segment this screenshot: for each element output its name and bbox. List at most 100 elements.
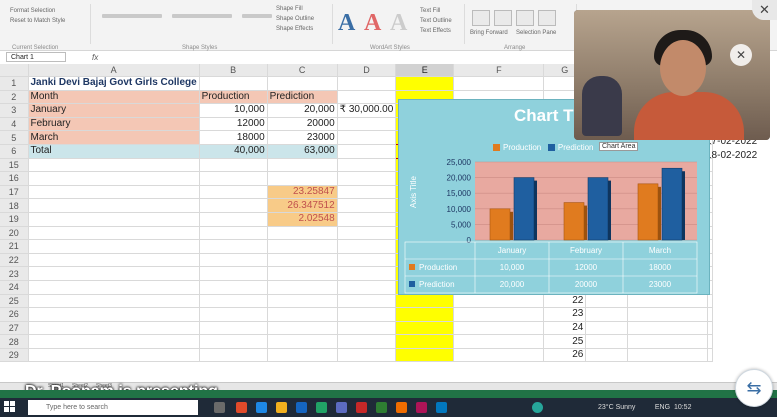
cell[interactable] <box>337 212 397 227</box>
cell[interactable] <box>337 171 397 186</box>
excel-icon[interactable] <box>316 402 327 413</box>
cell[interactable] <box>337 239 397 254</box>
cell[interactable] <box>28 171 200 186</box>
cell[interactable]: Prediction <box>267 90 338 105</box>
cell[interactable] <box>337 226 397 241</box>
task-view-icon[interactable] <box>214 402 225 413</box>
cell[interactable] <box>28 307 200 322</box>
cell[interactable] <box>337 334 397 349</box>
row-header[interactable]: 23 <box>0 266 29 281</box>
cell[interactable] <box>267 321 338 336</box>
row-header[interactable]: 6 <box>0 144 29 159</box>
cell[interactable]: January <box>28 103 200 118</box>
row-header[interactable]: 3 <box>0 103 29 118</box>
cell[interactable] <box>453 348 545 363</box>
cell[interactable]: 63,000 <box>267 144 338 159</box>
style-preset[interactable] <box>102 14 162 18</box>
chrome-icon[interactable] <box>532 402 543 413</box>
cell[interactable] <box>267 171 338 186</box>
column-header[interactable]: C <box>267 64 338 77</box>
align-icon[interactable] <box>538 10 556 26</box>
cell[interactable]: 23 <box>543 307 587 322</box>
row-header[interactable]: 26 <box>0 307 29 322</box>
cell[interactable] <box>267 226 338 241</box>
bring-forward-icon[interactable] <box>472 10 490 26</box>
style-preset[interactable] <box>242 14 272 18</box>
select-all-corner[interactable] <box>0 64 29 77</box>
row-header[interactable]: 24 <box>0 280 29 295</box>
cell[interactable] <box>199 198 268 213</box>
cell[interactable]: 26.347512 <box>267 198 338 213</box>
cell[interactable] <box>199 158 268 173</box>
cell[interactable] <box>337 90 397 105</box>
row-header[interactable]: 25 <box>0 294 29 309</box>
cell[interactable] <box>707 294 714 309</box>
close-icon[interactable]: ✕ <box>752 0 777 20</box>
cell[interactable] <box>707 307 714 322</box>
cell[interactable] <box>395 294 455 309</box>
edge-icon[interactable] <box>256 402 267 413</box>
shape-fill-button[interactable]: Shape Fill <box>276 6 303 12</box>
cell[interactable]: February <box>28 117 200 132</box>
row-header[interactable]: 2 <box>0 90 29 105</box>
cell[interactable] <box>28 158 200 173</box>
row-header[interactable]: 1 <box>0 76 29 91</box>
cell[interactable] <box>627 348 709 363</box>
cell[interactable] <box>395 348 455 363</box>
cell[interactable] <box>28 253 200 268</box>
cell[interactable] <box>585 294 629 309</box>
cell[interactable] <box>453 334 545 349</box>
cell[interactable]: Production <box>199 90 268 105</box>
cell[interactable] <box>28 198 200 213</box>
reset-style-button[interactable]: Reset to Match Style <box>10 18 65 24</box>
shape-effects-button[interactable]: Shape Effects <box>276 26 313 32</box>
column-header[interactable]: D <box>337 64 397 77</box>
column-header[interactable]: B <box>199 64 268 77</box>
cell[interactable] <box>267 239 338 254</box>
row-header[interactable]: 27 <box>0 321 29 336</box>
row-header[interactable]: 21 <box>0 239 29 254</box>
cell[interactable] <box>28 212 200 227</box>
cell[interactable] <box>627 307 709 322</box>
cell[interactable] <box>337 198 397 213</box>
column-header[interactable]: E <box>395 64 455 77</box>
fx-icon[interactable]: fx <box>92 51 98 64</box>
name-box[interactable]: Chart 1 <box>6 52 66 62</box>
cell[interactable] <box>337 130 397 145</box>
cell[interactable] <box>585 307 629 322</box>
cell[interactable] <box>707 348 714 363</box>
cell[interactable] <box>585 334 629 349</box>
cell[interactable] <box>337 294 397 309</box>
cell[interactable]: ₹ 30,000.00 <box>337 103 397 118</box>
cell[interactable] <box>267 158 338 173</box>
cell[interactable] <box>395 307 455 322</box>
cell[interactable] <box>453 321 545 336</box>
cell[interactable] <box>453 76 545 91</box>
cell[interactable] <box>199 280 268 295</box>
cell[interactable] <box>28 226 200 241</box>
system-tray[interactable]: 23°C Sunny ENG 10:52 <box>598 401 691 414</box>
cell[interactable] <box>267 348 338 363</box>
send-backward-icon[interactable] <box>494 10 512 26</box>
camera-off-icon[interactable]: ✕ <box>730 44 752 66</box>
cell[interactable] <box>267 307 338 322</box>
cell[interactable]: 10,000 <box>199 103 268 118</box>
cell[interactable] <box>627 334 709 349</box>
cell[interactable] <box>337 321 397 336</box>
cell[interactable] <box>337 266 397 281</box>
cell[interactable] <box>267 280 338 295</box>
cell[interactable]: 18000 <box>199 130 268 145</box>
cell[interactable]: 12000 <box>199 117 268 132</box>
selection-pane-icon[interactable] <box>516 10 534 26</box>
app-icon[interactable] <box>436 402 447 413</box>
cell[interactable]: March <box>28 130 200 145</box>
cell[interactable] <box>627 294 709 309</box>
cell[interactable] <box>199 294 268 309</box>
presenter-video[interactable]: ✕ <box>574 10 770 140</box>
date-cell[interactable]: 18-02-2022 <box>706 149 757 163</box>
style-preset[interactable] <box>172 14 232 18</box>
cell[interactable] <box>337 117 397 132</box>
app-icon[interactable] <box>376 402 387 413</box>
cell[interactable] <box>267 294 338 309</box>
cell[interactable]: 2.02548 <box>267 212 338 227</box>
